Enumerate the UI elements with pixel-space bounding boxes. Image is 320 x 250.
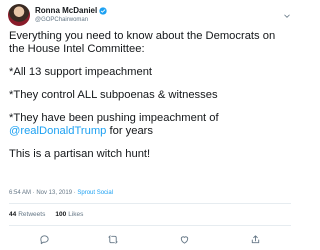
tweet-line: Everything you need to know about the De…	[9, 30, 276, 42]
author-handle[interactable]: @GOPChairwoman	[35, 17, 107, 23]
timestamp[interactable]: 6:54 AM · Nov 13, 2019 ·	[9, 190, 77, 196]
retweets-stat[interactable]: 44 Retweets	[9, 211, 45, 218]
tweet-paragraph: *They have been pushing impeachment of @…	[9, 112, 295, 138]
divider	[9, 225, 291, 226]
mention-link[interactable]: @realDonaldTrump	[9, 125, 106, 137]
tweet-line: *They have been pushing impeachment of	[9, 112, 219, 124]
author-name[interactable]: Ronna McDaniel	[35, 7, 97, 15]
source-link[interactable]: Sprout Social	[77, 190, 113, 196]
tweet-line: This is a partisan witch hunt!	[9, 148, 151, 160]
action-bar	[0, 233, 300, 245]
tweet-paragraph: Everything you need to know about the De…	[9, 30, 295, 56]
tweet-card: Ronna McDaniel @GOPChairwoman Everything…	[0, 0, 300, 250]
tweet-line: *All 13 support impeachment	[9, 66, 153, 78]
reply-icon[interactable]	[38, 233, 50, 245]
share-icon[interactable]	[249, 233, 261, 245]
tweet-text: Everything you need to know about the De…	[9, 30, 295, 171]
retweets-count: 44	[9, 211, 17, 218]
avatar[interactable]	[8, 4, 30, 26]
author-info: Ronna McDaniel @GOPChairwoman	[35, 7, 107, 23]
likes-label: Likes	[68, 211, 84, 218]
retweets-label: Retweets	[18, 211, 46, 218]
tweet-header: Ronna McDaniel @GOPChairwoman	[8, 3, 107, 27]
chevron-down-icon[interactable]	[283, 7, 291, 18]
like-icon[interactable]	[178, 233, 190, 245]
tweet-line: *They control ALL subpoenas & witnesses	[9, 89, 218, 101]
tweet-line: for years	[106, 125, 154, 137]
engagement-stats: 44 Retweets 100 Likes	[9, 211, 83, 218]
author-name-row: Ronna McDaniel	[35, 7, 107, 15]
likes-stat[interactable]: 100 Likes	[55, 211, 83, 218]
retweet-icon[interactable]	[107, 233, 119, 245]
likes-count: 100	[55, 211, 67, 218]
tweet-meta: 6:54 AM · Nov 13, 2019 · Sprout Social	[9, 190, 113, 196]
verified-badge-icon	[99, 7, 107, 15]
divider	[9, 203, 291, 204]
tweet-line: the House Intel Committee:	[9, 43, 145, 55]
